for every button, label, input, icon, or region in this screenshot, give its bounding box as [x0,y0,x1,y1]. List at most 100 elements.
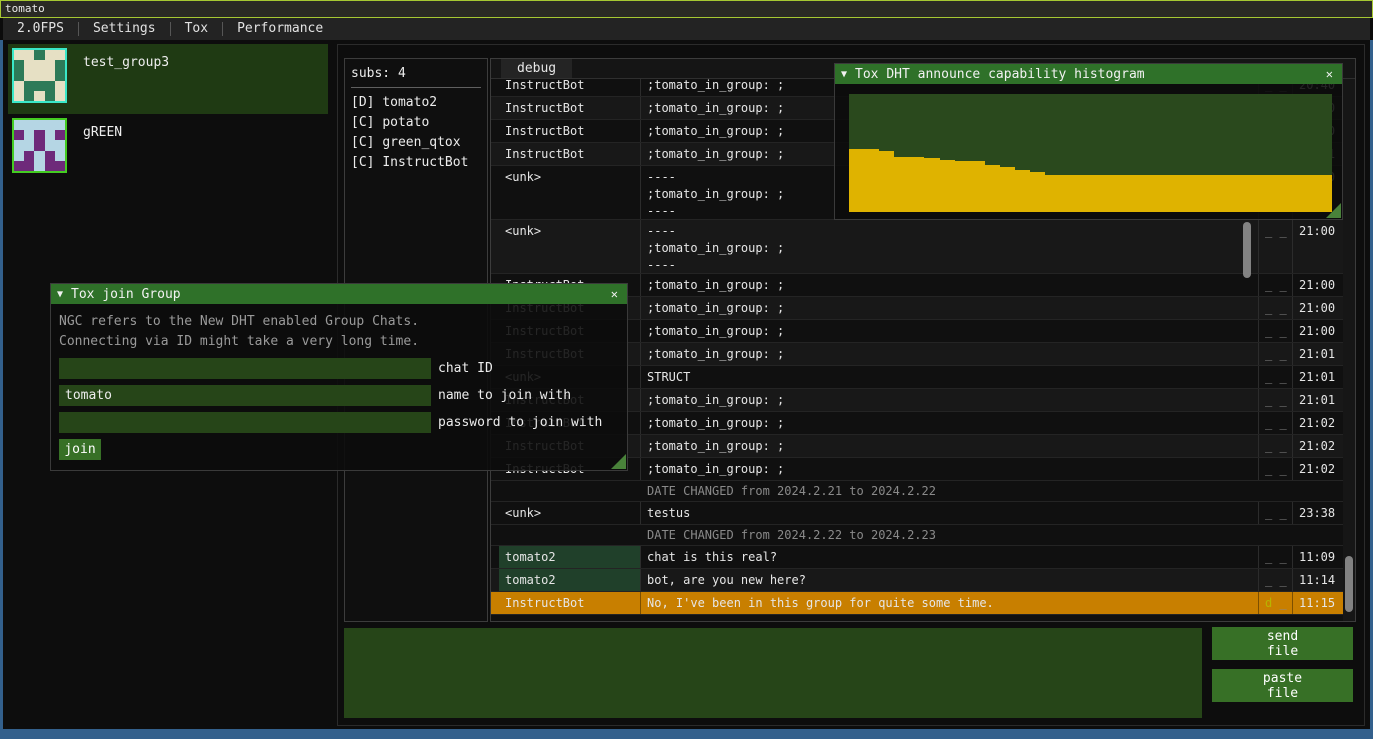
date-changed-row: DATE CHANGED from 2024.2.22 to 2024.2.23 [491,525,1343,546]
group-item-gREEN[interactable]: gREEN [8,114,328,180]
message-text: testus [641,502,1259,524]
message-time: 11:15 [1293,592,1343,614]
dht-histogram-plot [849,94,1332,212]
menu-item-performance[interactable]: Performance [223,18,337,40]
message-row[interactable]: InstructBotNo, I've been in this group f… [491,592,1343,615]
dht-histogram-titlebar[interactable]: ▼ Tox DHT announce capability histogram … [835,64,1342,84]
histogram-bar [985,165,1000,212]
menu-bar: 2.0FPS SettingsToxPerformance [3,18,1370,40]
join-info-line: Connecting via ID might take a very long… [59,332,627,352]
sub-role-tag: [D] [351,95,374,110]
sender-name: <unk> [499,502,641,524]
histogram-bar [1287,175,1302,212]
histogram-bar [1181,175,1196,212]
subs-title: subs: 4 [351,66,481,81]
message-text: bot, are you new here? [641,569,1259,591]
sub-item-InstructBot[interactable]: [C] InstructBot [351,153,481,173]
message-text: ;tomato_in_group: ; [641,297,1259,319]
message-time: 23:38 [1293,502,1343,524]
sub-role-tag: [C] [351,155,374,170]
collapse-icon[interactable]: ▼ [57,285,63,304]
histogram-bar [940,160,955,212]
collapse-icon[interactable]: ▼ [841,65,847,84]
chat-id-label: chat ID [438,361,493,376]
menu-item-settings[interactable]: Settings [79,18,170,40]
message-status: _ _ [1259,435,1293,457]
subs-separator [351,87,481,88]
sub-item-green_qtox[interactable]: [C] green_qtox [351,133,481,153]
message-time: 21:00 [1293,220,1343,273]
sub-item-tomato2[interactable]: [D] tomato2 [351,93,481,113]
message-status: _ _ [1259,274,1293,296]
message-time: 11:09 [1293,546,1343,568]
group-avatar [12,118,67,173]
message-text: ;tomato_in_group: ; [641,343,1259,365]
close-icon[interactable]: ✕ [1323,65,1336,84]
group-avatar [12,48,67,103]
resize-grip[interactable] [611,454,626,469]
histogram-bar [1000,167,1015,212]
message-time: 11:14 [1293,569,1343,591]
message-status: _ _ [1259,343,1293,365]
tab-debug[interactable]: debug [501,59,572,78]
send-file-button[interactable]: send file [1212,627,1353,660]
sub-item-potato[interactable]: [C] potato [351,113,481,133]
message-input[interactable] [344,628,1202,718]
message-row[interactable]: <unk>----;tomato_in_group: ;----_ _21:00 [491,220,1343,274]
histogram-bar [1151,175,1166,212]
message-time: 21:01 [1293,389,1343,411]
message-text: ;tomato_in_group: ; [641,274,1259,296]
histogram-bar [1302,175,1317,212]
close-icon[interactable]: ✕ [608,285,621,304]
sender-name: tomato2 [499,569,641,591]
join-group-titlebar[interactable]: ▼ Tox join Group ✕ [51,284,627,304]
histogram-bar [970,161,985,212]
chat-id-field[interactable] [59,358,431,379]
histogram-bar [879,151,894,212]
message-text: chat is this real? [641,546,1259,568]
histogram-bar [1136,175,1151,212]
paste-file-button[interactable]: paste file [1212,669,1353,702]
message-row[interactable]: <unk>testus_ _23:38 [491,502,1343,525]
sender-name: InstructBot [499,97,641,119]
join-button[interactable]: join [59,439,101,460]
join-info-line: NGC refers to the New DHT enabled Group … [59,312,627,332]
message-time: 21:00 [1293,274,1343,296]
message-status: _ _ [1259,546,1293,568]
histogram-bar [894,157,909,212]
message-time: 21:01 [1293,343,1343,365]
sub-name: potato [382,115,429,130]
sub-name: InstructBot [382,155,468,170]
histogram-bar [1272,175,1287,212]
histogram-bar [1015,170,1030,212]
fps-indicator: 2.0FPS [3,18,78,40]
histogram-bar [1226,175,1241,212]
join-password-field[interactable] [59,412,431,433]
histogram-bar [955,161,970,212]
chat-scrollbar-thumb[interactable] [1345,556,1353,612]
sender-name: <unk> [499,220,641,273]
message-time: 21:02 [1293,458,1343,480]
histogram-bar [1211,175,1226,212]
message-row[interactable]: tomato2chat is this real?_ _11:09 [491,546,1343,569]
group-item-test_group3[interactable]: test_group3 [8,44,328,114]
histogram-bar [1121,175,1136,212]
histogram-bar [849,149,864,212]
message-text: ;tomato_in_group: ; [641,320,1259,342]
message-status: _ _ [1259,297,1293,319]
chat-scrollbar-track[interactable] [1343,79,1355,621]
sender-name: tomato2 [499,546,641,568]
message-row[interactable]: tomato2bot, are you new here?_ _11:14 [491,569,1343,592]
message-time: 21:00 [1293,320,1343,342]
log-scrollbar-thumb[interactable] [1243,222,1251,278]
menu-item-tox[interactable]: Tox [171,18,222,40]
message-time: 21:00 [1293,297,1343,319]
join-name-field[interactable] [59,385,431,406]
message-status: _ _ [1259,220,1293,273]
resize-grip[interactable] [1326,203,1341,218]
message-status: _ _ [1259,502,1293,524]
window-titlebar[interactable]: tomato [0,0,1373,18]
window-border-left [0,40,3,739]
histogram-bar [1060,175,1075,212]
message-text: ----;tomato_in_group: ;---- [641,220,1259,273]
